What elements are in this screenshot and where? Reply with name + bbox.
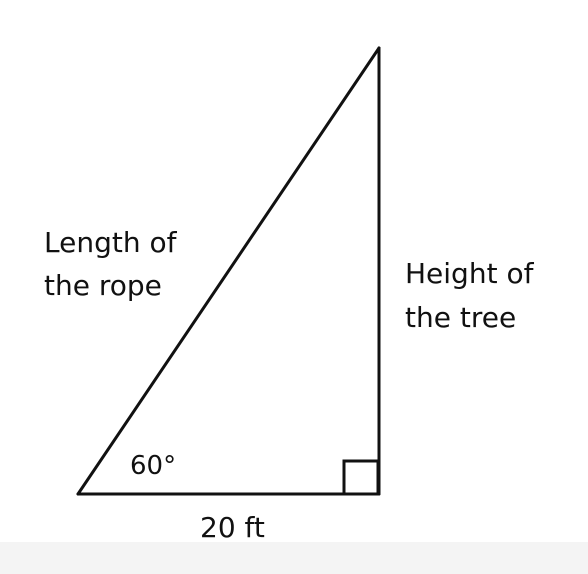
right-angle-marker xyxy=(342,459,380,496)
vertical-label-line-1: Height of xyxy=(405,257,535,290)
hypotenuse-label-line-1: Length of xyxy=(44,226,178,259)
base-label: 20 ft xyxy=(200,511,265,544)
vertical-label-line-2: the tree xyxy=(405,301,516,334)
angle-label: 60° xyxy=(130,451,176,481)
right-triangle-diagram: Length of the rope Height of the tree 60… xyxy=(44,46,535,544)
diagram-canvas: Length of the rope Height of the tree 60… xyxy=(0,0,588,574)
hypotenuse-label-line-2: the rope xyxy=(44,269,162,302)
